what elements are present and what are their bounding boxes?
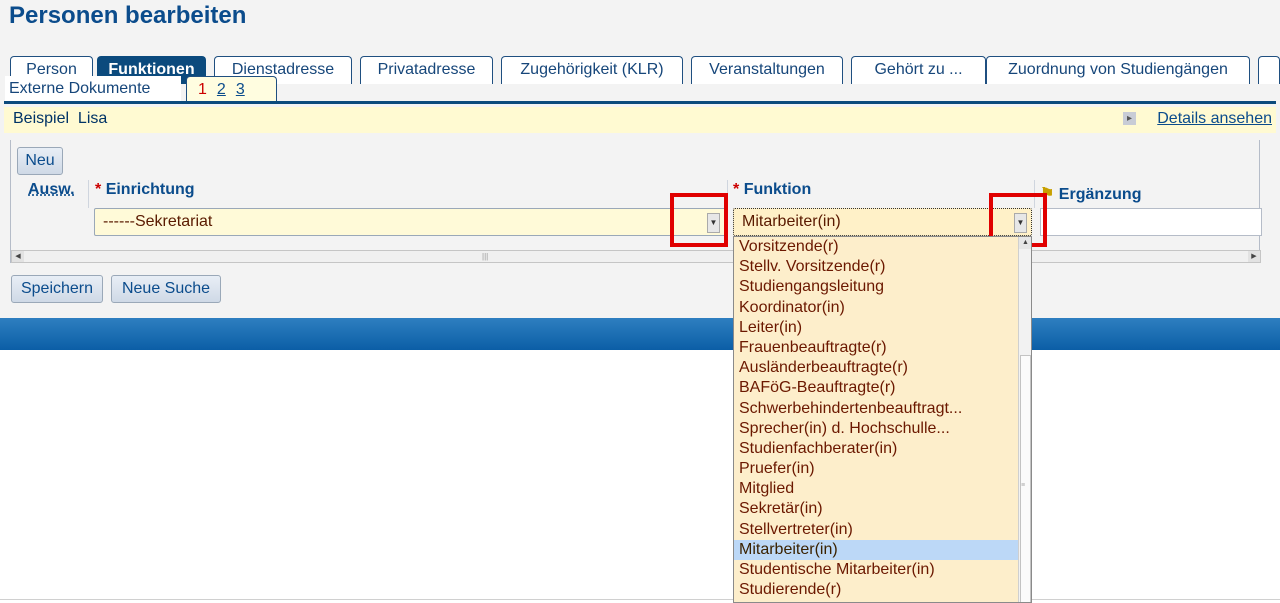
dropdown-option[interactable]: Studiengangsleitung (734, 277, 1018, 297)
dropdown-option[interactable]: Studienfachberater(in) (734, 439, 1018, 459)
column-header-einrichtung: * Einrichtung (95, 181, 195, 198)
person-name: Beispiel Lisa (13, 110, 108, 127)
pager-page-3[interactable]: 3 (236, 81, 245, 98)
new-button[interactable]: Neu (17, 147, 63, 175)
tab-externe-dokumente[interactable]: Externe Dokumente (5, 76, 181, 104)
dropdown-option[interactable]: Pruefer(in) (734, 459, 1018, 479)
tab-more[interactable] (1258, 56, 1280, 84)
scroll-grip-icon: ≡ (1021, 482, 1026, 489)
dropdown-option[interactable]: Studierende(r) (734, 580, 1018, 600)
dropdown-option[interactable]: Mitarbeiter(in) (734, 539, 1018, 560)
scroll-left-icon[interactable]: ◀ (12, 251, 24, 262)
scroll-right-icon[interactable]: ▶ (1248, 251, 1260, 262)
footer-bar (0, 318, 1280, 350)
einrichtung-select[interactable]: ------Sekretariat ▼ (94, 208, 726, 236)
divider (0, 599, 1280, 600)
save-button[interactable]: Speichern (11, 275, 103, 303)
new-search-button[interactable]: Neue Suche (111, 275, 221, 303)
ergaenzung-input[interactable] (1040, 208, 1262, 236)
scroll-grip-icon: ||| (482, 252, 489, 261)
funktion-select[interactable]: Mitarbeiter(in) ▼ (733, 208, 1032, 236)
tab-zuordnung-studiengaenge[interactable]: Zuordnung von Studiengängen (986, 56, 1250, 84)
dropdown-option[interactable]: Leiter(in) (734, 318, 1018, 338)
dropdown-scrollbar[interactable]: ▲ ≡ (1018, 237, 1031, 602)
dropdown-option[interactable]: Sprecher(in) d. Hochschulle... (734, 419, 1018, 439)
person-info-bar: Beispiel Lisa ▸ Details ansehen (4, 107, 1276, 133)
dropdown-option[interactable]: Studentische Mitarbeiter(in) (734, 560, 1018, 580)
dropdown-option[interactable]: Koordinator(in) (734, 298, 1018, 318)
tab-pager: 123 (186, 76, 277, 104)
tab-privatadresse[interactable]: Privatadresse (360, 56, 493, 84)
scroll-up-icon[interactable]: ▲ (1019, 237, 1031, 249)
column-header-funktion: * Funktion (733, 181, 812, 198)
highlight-box (670, 193, 728, 247)
column-divider (88, 180, 89, 208)
dropdown-option[interactable]: Mitglied (734, 479, 1018, 499)
dropdown-option[interactable]: Sekretär(in) (734, 499, 1018, 519)
tab-veranstaltungen[interactable]: Veranstaltungen (691, 56, 843, 84)
details-link[interactable]: Details ansehen (1157, 110, 1272, 128)
pager-page-2[interactable]: 2 (217, 81, 226, 98)
arrow-right-icon: ▸ (1123, 112, 1136, 125)
dropdown-option[interactable]: Ausländerbeauftragte(r) (734, 358, 1018, 378)
column-header-ergaenzung: ⚑ Ergänzung (1040, 186, 1142, 203)
dropdown-options: Vorsitzende(r) Stellv. Vorsitzende(r) Stud… (734, 237, 1018, 600)
dropdown-option[interactable]: Stellvertreter(in) (734, 520, 1018, 540)
column-header-select[interactable]: Ausw. (28, 181, 75, 199)
scroll-thumb[interactable] (1020, 355, 1031, 602)
horizontal-scrollbar[interactable]: ◀ ||| ▶ (11, 250, 1261, 263)
funktion-dropdown-list[interactable]: Vorsitzende(r) Stellv. Vorsitzende(r) Stud… (733, 236, 1032, 603)
tab-zugehoerigkeit[interactable]: Zugehörigkeit (KLR) (501, 56, 683, 84)
dropdown-option[interactable]: BAFöG-Beauftragte(r) (734, 378, 1018, 398)
page-title: Personen bearbeiten (9, 2, 247, 29)
tab-gehoert-zu[interactable]: Gehört zu ... (851, 56, 986, 84)
dropdown-option[interactable]: Frauenbeauftragte(r) (734, 338, 1018, 358)
dropdown-option[interactable]: Stellv. Vorsitzende(r) (734, 257, 1018, 277)
dropdown-option[interactable]: Vorsitzende(r) (734, 237, 1018, 257)
tab-divider (4, 101, 1276, 104)
pager-page-1: 1 (198, 81, 207, 98)
dropdown-option[interactable]: Schwerbehindertenbeauftragt... (734, 399, 1018, 419)
